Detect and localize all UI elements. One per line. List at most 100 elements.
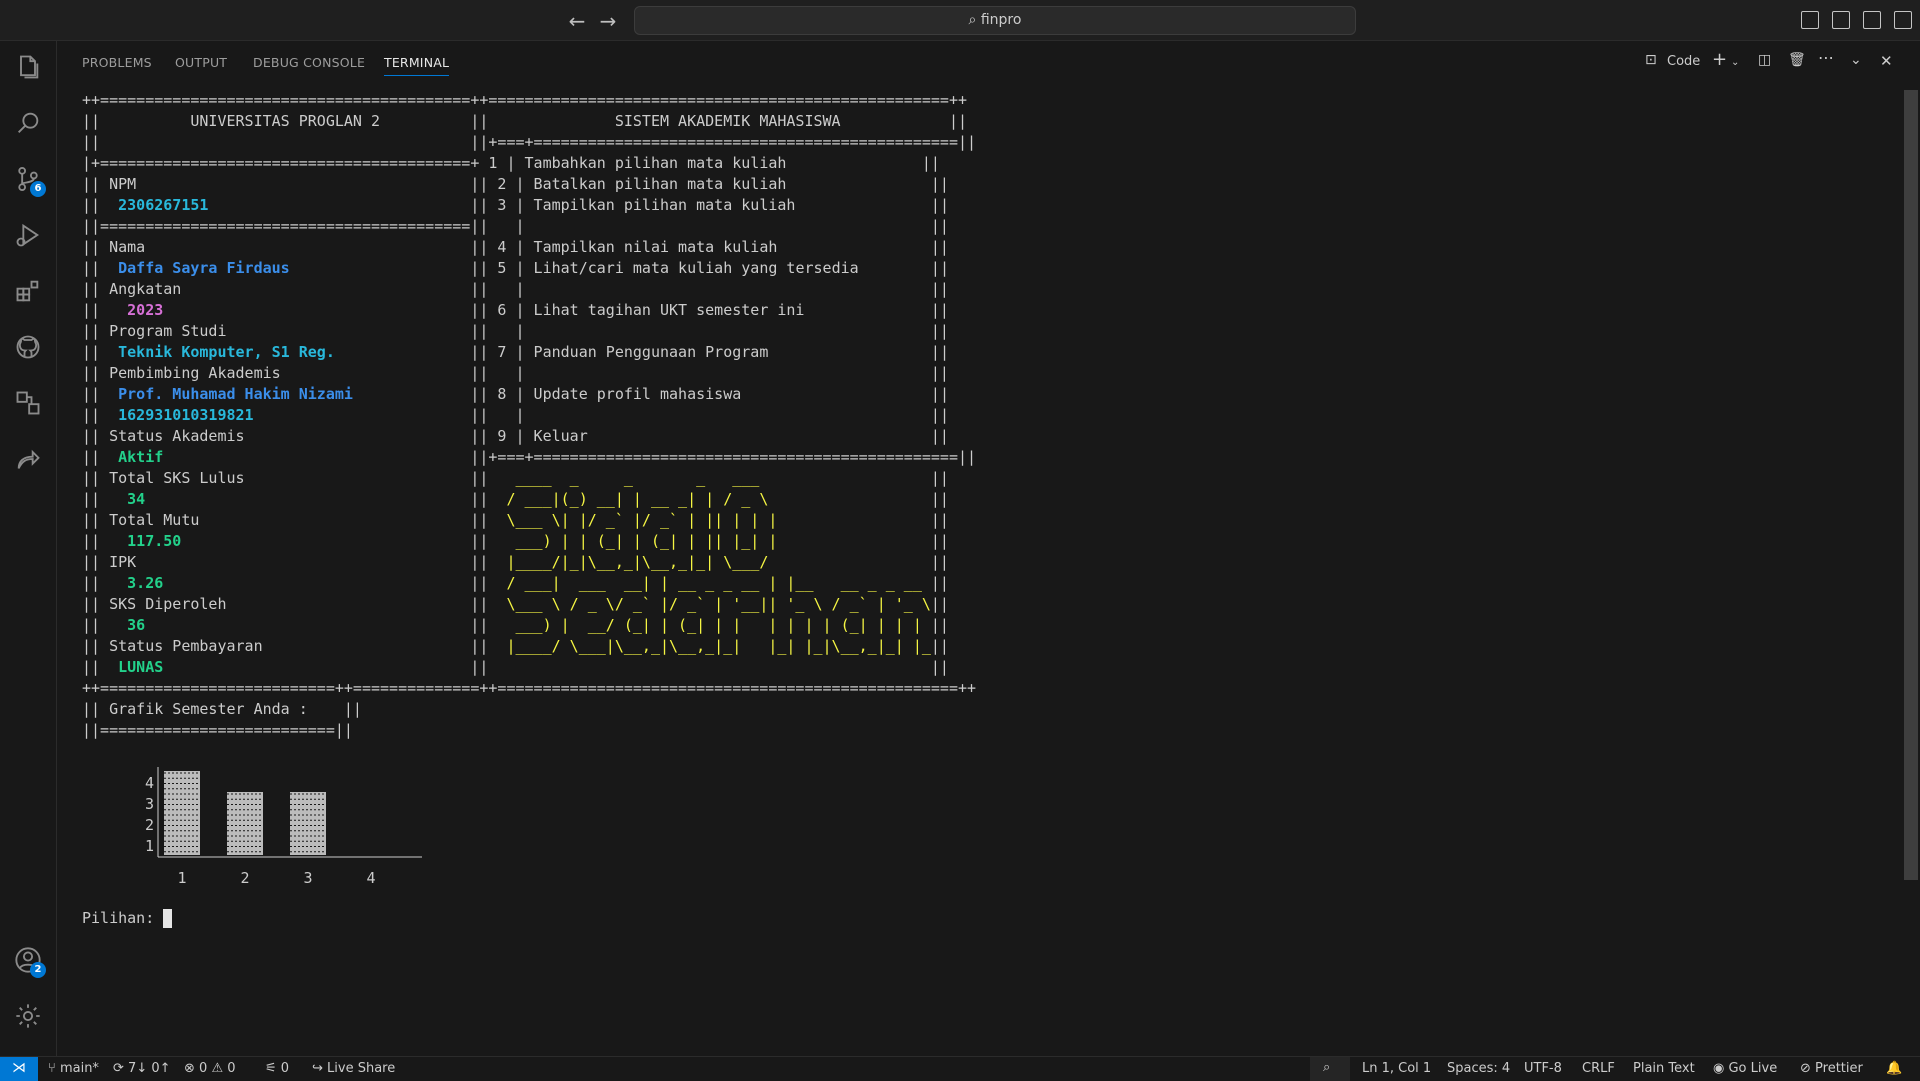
extensions-icon[interactable] [12,275,44,307]
ports-status[interactable]: ⚟ 0 [265,1061,289,1076]
profile-extra-value: 162931010319821 [118,406,254,424]
language-mode[interactable]: Plain Text [1633,1061,1695,1076]
terminal-line: |+======================================… [82,153,1902,174]
terminal-line: || 162931010319821 || | || [82,405,1902,426]
menu-item: 6 | Lihat tagihan UKT semester ini || [488,301,949,319]
tab-problems[interactable]: PROBLEMS [82,55,152,70]
ascii-art-line: ____ _ _ _ ___ [497,469,931,487]
remote-explorer-icon[interactable] [12,387,44,419]
profile-label: || Angkatan || [82,280,489,298]
indentation[interactable]: Spaces: 4 [1447,1061,1510,1076]
profile-label: || Nama || [82,238,489,256]
customize-layout-icon[interactable] [1894,11,1912,29]
sync-status[interactable]: ⟳ 7↓ 0↑ [113,1061,171,1076]
split-terminal-icon[interactable]: ◫ [1758,52,1771,68]
profile-pad: || [352,385,489,403]
ascii-art-line: / ___|(_) __| | __ _| | / _ \ [497,490,931,508]
search-icon[interactable] [12,107,44,139]
command-center-search[interactable]: ⌕ finpro [634,6,1356,35]
ascii-art-line: \___ \| |/ _` |/ _` | || | | | [497,511,931,529]
trash-icon[interactable]: 🗑 [1788,52,1806,68]
tab-terminal[interactable]: TERMINAL [384,55,450,76]
graph-separator: ||==========================|| [82,721,353,739]
explorer-icon[interactable] [12,51,44,83]
terminal-icon: ⊡ [1645,52,1657,68]
go-live[interactable]: ◉ Go Live [1713,1061,1777,1076]
prettier-status[interactable]: ⊘ Prettier [1800,1061,1863,1076]
terminal-line: || Angkatan || | || [82,279,1902,300]
remote-indicator-icon[interactable]: ⋊ [0,1057,38,1081]
profile-pad: || [145,490,489,508]
cursor-position[interactable]: Ln 1, Col 1 [1362,1061,1431,1076]
profile-indent: || [82,196,119,214]
live-share-icon[interactable] [12,443,44,475]
encoding[interactable]: UTF-8 [1524,1061,1562,1076]
terminal-output[interactable]: ++======================================… [82,90,1902,1050]
end-of-line[interactable]: CRLF [1582,1061,1615,1076]
profile-value: Teknik Komputer, S1 Reg. [118,343,335,361]
source-control-icon[interactable]: 6 [12,163,46,197]
art-border: || [930,616,949,634]
terminal-line: || 2023 || 6 | Lihat tagihan UKT semeste… [82,300,1902,321]
graph-title: || Grafik Semester Anda : || [82,700,362,718]
x-tick-label: 2 [240,869,249,887]
terminal-line: || IPK || |____/|_|\__,_|\__,_|_| \___/ … [82,552,1902,573]
chevron-down-icon[interactable]: ⌄ [1731,57,1739,68]
terminal-prompt[interactable]: Pilihan: [82,908,173,929]
toggle-secondary-sidebar-icon[interactable] [1863,11,1881,29]
terminal-line: ++======================================… [82,90,1902,111]
arrow-left-icon[interactable]: ← [565,9,589,33]
accounts-icon[interactable]: 2 [12,944,46,978]
art-border: || [930,637,949,655]
terminal-line: || Program Studi || | || [82,321,1902,342]
close-icon[interactable]: ✕ [1880,52,1893,70]
toggle-primary-sidebar-icon[interactable] [1801,11,1819,29]
terminal-line: || 3.26 || / ___| ___ __| | __ _ _ __ | … [82,573,1902,594]
menu-item: 5 | Lihat/cari mata kuliah yang tersedia… [488,259,949,277]
arrow-right-icon[interactable]: → [596,9,620,33]
maximize-panel-icon[interactable]: ⌄ [1850,52,1862,68]
run-debug-icon[interactable] [12,219,44,251]
zoom-indicator[interactable]: ⌕ [1310,1057,1350,1081]
github-icon[interactable] [12,331,44,363]
sync-icon: ⟳ [113,1061,124,1076]
sync-counts: 7↓ 0↑ [128,1061,171,1076]
profile-value: Aktif [118,448,164,466]
gear-icon[interactable] [12,1000,44,1032]
profile-value: 2023 [127,301,164,319]
problems-status[interactable]: ⊗ 0 ⚠ 0 [184,1061,236,1076]
art-border: || [930,574,949,592]
x-tick-label: 3 [303,869,312,887]
terminal-line: || NPM || 2 | Batalkan pilihan mata kuli… [82,174,1902,195]
new-terminal-icon[interactable]: + [1712,49,1727,70]
terminal-line: || LUNAS || || [82,657,1902,678]
prettier-check-icon: ⊘ [1800,1061,1811,1076]
y-tick-label: 1 [145,837,154,855]
terminal-line: || UNIVERSITAS PROGLAN 2 || SISTEM AKADE… [82,111,1902,132]
branch-status[interactable]: ⑂ main* [48,1061,99,1076]
toggle-panel-icon[interactable] [1832,11,1850,29]
left-separator: |+======================================… [82,154,480,172]
ascii-art-line: / ___| ___ __| | __ _ _ __ | |__ __ _ _ … [497,574,931,592]
branch-name: main* [59,1061,99,1076]
more-actions-icon[interactable]: ⋯ [1818,48,1834,67]
menu-item: 1 | Tambahkan pilihan mata kuliah || [479,154,940,172]
terminal-line: || ||+===+==============================… [82,132,1902,153]
profile-value: 3.26 [127,574,164,592]
bottom-border: ++==========================++==========… [82,679,977,697]
profile-pad: || [181,532,489,550]
live-share-status[interactable]: ↪ Live Share [312,1061,395,1076]
terminal-name[interactable]: Code [1667,54,1700,69]
profile-label: || Status Pembayaran || [82,637,489,655]
tab-debug-console[interactable]: DEBUG CONSOLE [253,55,365,70]
terminal-line: || Aktif ||+===+========================… [82,447,1902,468]
ascii-art-line: |____/|_|\__,_|\__,_|_| \___/ [497,553,931,571]
tab-output[interactable]: OUTPUT [175,55,227,70]
status-bar: ⋊ ⑂ main* ⟳ 7↓ 0↑ ⊗ 0 ⚠ 0 ⚟ 0 ↪ Live Sha… [0,1056,1920,1081]
terminal-scrollbar[interactable] [1904,90,1918,880]
menu-item: 8 | Update profil mahasiswa || [488,385,949,403]
bell-icon[interactable]: 🔔 [1886,1061,1902,1076]
profile-value: 36 [127,616,146,634]
art-border: || [930,553,949,571]
title-bar: ← → ⌕ finpro [0,0,1920,41]
